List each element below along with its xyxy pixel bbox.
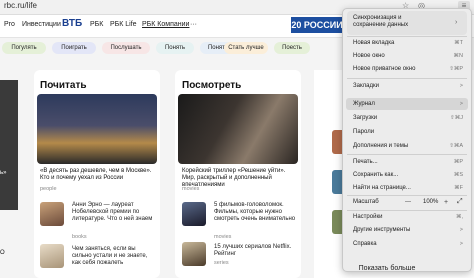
hero-image[interactable] — [178, 94, 298, 164]
list-item-text[interactable]: 15 лучших сериалов Netflix. Рейтинг — [214, 244, 304, 258]
shortcut-label: ⌘F — [454, 185, 463, 191]
browser-menu: Синхронизация и сохранение данных › Нова… — [342, 8, 472, 272]
promo-banner[interactable]: 20 РОССИИ — [291, 17, 343, 33]
shortcut-label: ⌘, — [455, 214, 463, 220]
chip-understand[interactable]: Понять — [156, 42, 194, 54]
menu-passwords[interactable]: Пароли — [353, 129, 374, 135]
chip-improve[interactable]: Стать лучше — [224, 42, 268, 54]
chevron-right-icon: › — [455, 19, 458, 26]
partial-card-text-2: О — [0, 250, 5, 256]
chevron-right-icon: > — [459, 101, 463, 107]
chevron-right-icon: > — [459, 227, 463, 233]
nav-vtb[interactable]: ВТБ — [62, 18, 82, 29]
menu-print[interactable]: Печать... — [353, 159, 378, 165]
column-title: Посмотреть — [182, 80, 242, 91]
hero-tag[interactable]: people — [40, 186, 57, 192]
divider — [347, 195, 467, 196]
menu-save-as[interactable]: Сохранить как... — [353, 172, 398, 178]
menu-downloads[interactable]: Загрузки — [353, 115, 377, 121]
menu-history[interactable]: Журнал — [353, 101, 375, 107]
chip-eat[interactable]: Поесть — [274, 42, 310, 54]
shortcut-label: ⌘P — [453, 159, 463, 165]
hero-image[interactable] — [37, 94, 157, 164]
hero-caption[interactable]: Корейский триллер «Решение уйти». Мир, р… — [182, 168, 300, 189]
column-title: Почитать — [40, 80, 87, 91]
nav-rbc-life[interactable]: РБК Life — [110, 21, 137, 28]
shortcut-label: ⇧⌘A — [449, 143, 463, 149]
list-item-tag[interactable]: books — [72, 234, 87, 240]
fullscreen-icon[interactable]: ⤢ — [457, 198, 463, 206]
menu-new-private-window[interactable]: Новое приватное окно — [353, 66, 415, 72]
hero-caption[interactable]: «В десять раз дешевле, чем в Москве». Кт… — [40, 168, 158, 182]
partial-card-text: ь» — [0, 170, 7, 176]
nav-rbc-companies[interactable]: РБК Компании — [142, 21, 189, 28]
list-item-tag[interactable]: series — [214, 260, 229, 266]
menu-help[interactable]: Справка — [353, 241, 377, 247]
item-thumbnail[interactable] — [182, 202, 206, 226]
zoom-in-button[interactable]: + — [444, 199, 448, 206]
chip-play[interactable]: Поиграть — [52, 42, 96, 54]
shortcut-label: ⌘T — [454, 40, 463, 46]
nav-rbc[interactable]: РБК — [90, 21, 103, 28]
list-item-text[interactable]: 5 фильмов-головоломок. Фильмы, которые н… — [214, 202, 304, 223]
nav-investments[interactable]: Инвестиции — [22, 21, 61, 28]
shortcut-label: ⇧⌘J — [450, 115, 463, 121]
menu-addons-themes[interactable]: Дополнения и темы — [353, 143, 408, 149]
list-item-tag[interactable]: movies — [214, 234, 231, 240]
list-item-text[interactable]: Чем заняться, если вы сильно устали и не… — [72, 246, 154, 267]
show-more-button[interactable]: Показать больше — [342, 262, 432, 276]
chevron-right-icon: > — [459, 83, 463, 89]
menu-find-in-page[interactable]: Найти на странице... — [353, 185, 411, 191]
chip-listen[interactable]: Послушать — [102, 42, 150, 54]
list-item-text[interactable]: Анни Эрно — лауреат Нобелевской премии п… — [72, 202, 154, 223]
menu-more-tools[interactable]: Другие инструменты — [353, 227, 410, 233]
menu-zoom-label: Масштаб — [353, 199, 379, 205]
nav-pro[interactable]: Pro — [4, 21, 15, 28]
zoom-out-button[interactable]: — — [405, 199, 411, 205]
menu-bookmarks[interactable]: Закладки — [353, 83, 379, 89]
hero-tag[interactable]: movies — [182, 186, 199, 192]
menu-new-tab[interactable]: Новая вкладка — [353, 40, 394, 46]
address-bar[interactable]: rbc.ru/life — [4, 1, 37, 10]
sync-label: Синхронизация и сохранение данных — [353, 15, 409, 28]
menu-settings[interactable]: Настройки — [353, 214, 382, 220]
nav-more[interactable]: ··· — [190, 21, 197, 28]
zoom-level[interactable]: 100% — [423, 199, 438, 205]
shortcut-label: ⇧⌘P — [449, 66, 463, 72]
menu-new-window[interactable]: Новое окно — [353, 53, 385, 59]
shortcut-label: ⌘N — [453, 53, 463, 59]
item-thumbnail[interactable] — [40, 202, 64, 226]
item-thumbnail[interactable] — [182, 242, 206, 266]
divider — [347, 210, 467, 211]
chip-walk[interactable]: Погулять — [2, 42, 46, 54]
divider — [347, 36, 467, 37]
shortcut-label: ⌘S — [453, 172, 463, 178]
chevron-right-icon: > — [459, 241, 463, 247]
divider — [347, 78, 467, 79]
divider — [347, 154, 467, 155]
partial-card-image — [0, 80, 18, 210]
item-thumbnail[interactable] — [40, 244, 64, 268]
